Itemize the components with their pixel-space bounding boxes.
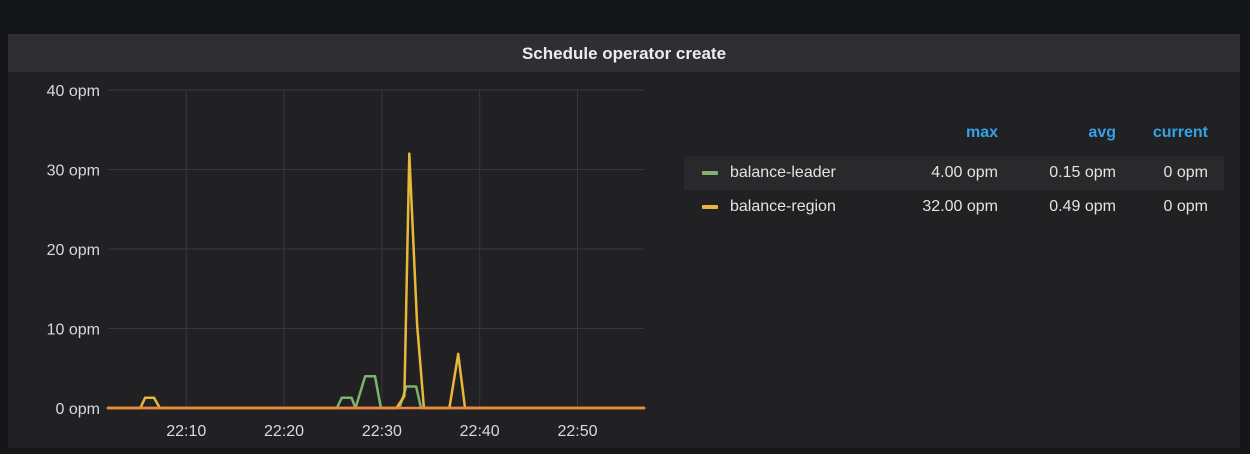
line-chart: 0 opm 10 opm 20 opm 30 opm 40 opm 22:10 22:20… <box>47 83 646 440</box>
legend-avg-value: 0.49 opm <box>1049 198 1116 215</box>
legend-max-value: 4.00 opm <box>931 164 998 181</box>
graph-panel: Schedule operator create 0 opm 10 opm 20 o… <box>8 34 1240 448</box>
legend-series-name[interactable]: balance-region <box>730 190 836 224</box>
x-tick-label: 22:50 <box>557 423 597 440</box>
y-tick-label: 20 opm <box>47 242 100 259</box>
series-line-balance-leader[interactable] <box>106 374 646 410</box>
legend-header: max avg current <box>684 120 1224 156</box>
legend-max-value: 32.00 opm <box>922 198 998 215</box>
legend-current-value: 0 opm <box>1163 198 1208 215</box>
legend-avg-value: 0.15 opm <box>1049 164 1116 181</box>
x-axis-labels: 22:10 22:20 22:30 22:40 22:50 <box>166 423 597 440</box>
x-tick-label: 22:10 <box>166 423 206 440</box>
x-tick-label: 22:30 <box>362 423 402 440</box>
y-gridlines <box>108 89 644 409</box>
series-line-balance-region[interactable] <box>106 152 646 410</box>
series-layer[interactable] <box>106 152 646 410</box>
legend-item-balance-leader[interactable]: balance-leader 4.00 opm 0.15 opm 0 opm <box>684 156 1224 190</box>
y-tick-label: 30 opm <box>47 163 100 180</box>
series-swatch[interactable] <box>702 205 718 209</box>
y-axis-labels: 0 opm 10 opm 20 opm 30 opm 40 opm <box>47 83 100 418</box>
x-tick-label: 22:20 <box>264 423 304 440</box>
y-tick-label: 10 opm <box>47 322 100 339</box>
legend-series-name[interactable]: balance-leader <box>730 156 836 190</box>
legend-current-value: 0 opm <box>1163 164 1208 181</box>
series-swatch[interactable] <box>702 171 718 175</box>
legend-header-avg[interactable]: avg <box>1088 120 1116 144</box>
legend-item-balance-region[interactable]: balance-region 32.00 opm 0.49 opm 0 opm <box>684 190 1224 224</box>
y-tick-label: 40 opm <box>47 83 100 100</box>
x-tick-label: 22:40 <box>460 423 500 440</box>
y-tick-label: 0 opm <box>56 401 100 418</box>
legend-table: max avg current balance-leader 4.00 opm … <box>684 120 1224 224</box>
legend-header-max[interactable]: max <box>966 120 998 144</box>
legend-header-current[interactable]: current <box>1153 120 1208 144</box>
